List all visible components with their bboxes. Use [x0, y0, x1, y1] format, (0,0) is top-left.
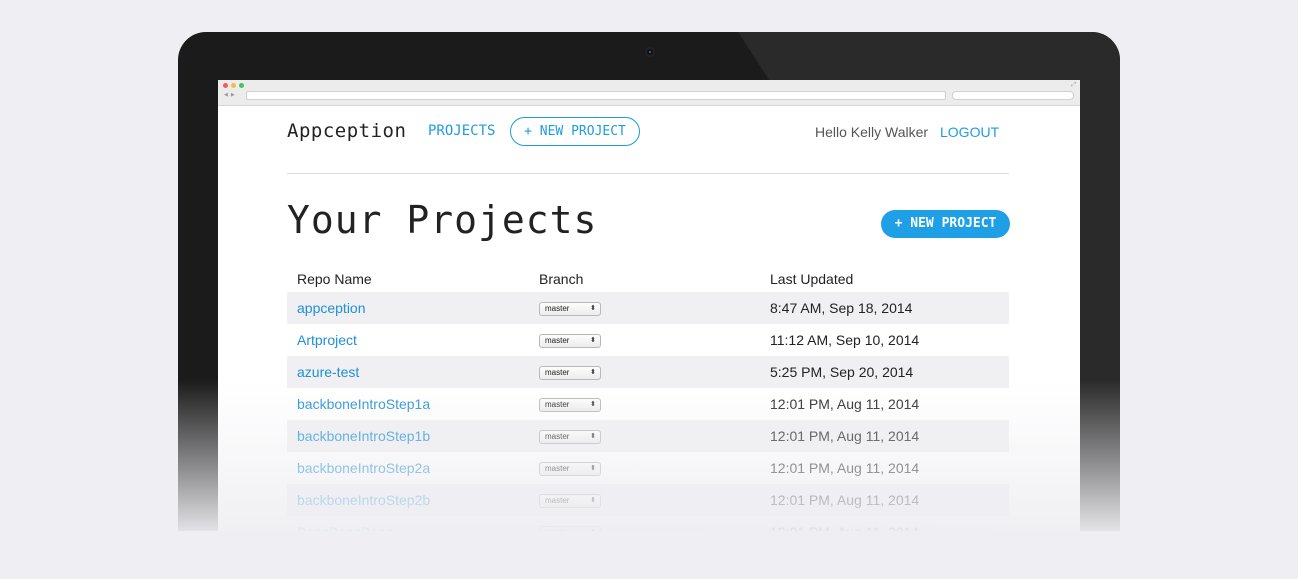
- table-header: Repo Name Branch Last Updated: [287, 266, 1009, 292]
- projects-table: Repo Name Branch Last Updated appception…: [287, 266, 1009, 548]
- new-project-button[interactable]: + NEW PROJECT: [881, 210, 1010, 238]
- branch-select-value: master: [545, 496, 570, 505]
- last-updated-text: 12:01 PM, Aug 11, 2014: [770, 460, 920, 476]
- header-divider: [287, 173, 1009, 174]
- laptop-mockup: ◀ ▶ ⤢ Appception PROJECTS + NEW PROJECT …: [0, 0, 1298, 579]
- updown-caret-icon: ⬍: [590, 433, 596, 440]
- floor-surface: [0, 531, 1298, 579]
- updown-caret-icon: ⬍: [590, 465, 596, 472]
- repo-name-link[interactable]: backboneIntroStep2b: [297, 492, 430, 508]
- updown-caret-icon: ⬍: [590, 369, 596, 376]
- user-greeting: Hello Kelly Walker: [815, 124, 929, 140]
- browser-toolbar: ◀ ▶ ⤢: [218, 80, 1080, 106]
- minimize-window-icon[interactable]: [231, 83, 236, 88]
- nav-projects-link[interactable]: PROJECTS: [428, 123, 495, 139]
- branch-select-value: master: [545, 432, 570, 441]
- page-title: Your Projects: [287, 198, 598, 242]
- branch-select-value: master: [545, 336, 570, 345]
- updown-caret-icon: ⬍: [590, 401, 596, 408]
- table-row: backboneIntroStep1b master ⬍ 12:01 PM, Aug …: [287, 420, 1009, 452]
- maximize-window-icon[interactable]: [239, 83, 244, 88]
- nav-new-project-button[interactable]: + NEW PROJECT: [510, 117, 640, 146]
- browser-search-input[interactable]: [952, 91, 1074, 100]
- branch-select-value: master: [545, 304, 570, 313]
- updown-caret-icon: ⬍: [590, 497, 596, 504]
- table-row: Artproject master ⬍ 11:12 AM, Sep 10, 2014: [287, 324, 1009, 356]
- table-row: backboneIntroStep1a master ⬍ 12:01 PM, Aug …: [287, 388, 1009, 420]
- updown-caret-icon: ⬍: [590, 337, 596, 344]
- close-window-icon[interactable]: [223, 83, 228, 88]
- fullscreen-icon[interactable]: ⤢: [1071, 82, 1076, 89]
- logout-link[interactable]: LOGOUT: [940, 124, 999, 140]
- last-updated-text: 5:25 PM, Sep 20, 2014: [770, 364, 914, 380]
- browser-nav-arrows: ◀ ▶: [224, 92, 235, 98]
- repo-name-link[interactable]: Artproject: [297, 332, 357, 348]
- updown-caret-icon: ⬍: [590, 305, 596, 312]
- column-header-branch: Branch: [539, 271, 584, 287]
- branch-select[interactable]: master ⬍: [539, 398, 601, 412]
- back-arrow-icon[interactable]: ◀: [224, 92, 228, 98]
- repo-name-link[interactable]: backboneIntroStep1b: [297, 428, 430, 444]
- branch-select[interactable]: master ⬍: [539, 302, 601, 316]
- branch-select-value: master: [545, 368, 570, 377]
- table-row: appception master ⬍ 8:47 AM, Sep 18, 2014: [287, 292, 1009, 324]
- table-row: azure-test master ⬍ 5:25 PM, Sep 20, 2014: [287, 356, 1009, 388]
- last-updated-text: 11:12 AM, Sep 10, 2014: [770, 332, 920, 348]
- branch-select[interactable]: master ⬍: [539, 366, 601, 380]
- repo-name-link[interactable]: azure-test: [297, 364, 359, 380]
- address-bar[interactable]: [246, 91, 946, 100]
- brand-logo[interactable]: Appception: [287, 120, 406, 142]
- column-header-updated: Last Updated: [770, 271, 854, 287]
- repo-name-link[interactable]: appception: [297, 300, 366, 316]
- last-updated-text: 12:01 PM, Aug 11, 2014: [770, 492, 920, 508]
- branch-select[interactable]: master ⬍: [539, 462, 601, 476]
- table-row: backboneIntroStep2a master ⬍ 12:01 PM, Aug …: [287, 452, 1009, 484]
- branch-select-value: master: [545, 464, 570, 473]
- column-header-repo: Repo Name: [297, 271, 372, 287]
- last-updated-text: 8:47 AM, Sep 18, 2014: [770, 300, 913, 316]
- last-updated-text: 12:01 PM, Aug 11, 2014: [770, 428, 920, 444]
- table-body: appception master ⬍ 8:47 AM, Sep 18, 2014 Ar…: [287, 292, 1009, 548]
- window-controls: [223, 83, 244, 88]
- last-updated-text: 12:01 PM, Aug 11, 2014: [770, 396, 920, 412]
- table-row: backboneIntroStep2b master ⬍ 12:01 PM, Aug …: [287, 484, 1009, 516]
- repo-name-link[interactable]: backboneIntroStep1a: [297, 396, 430, 412]
- branch-select[interactable]: master ⬍: [539, 494, 601, 508]
- webcam-icon: [645, 47, 655, 57]
- app-page: Appception PROJECTS + NEW PROJECT Hello …: [218, 106, 1080, 579]
- forward-arrow-icon[interactable]: ▶: [231, 92, 235, 98]
- repo-name-link[interactable]: backboneIntroStep2a: [297, 460, 430, 476]
- branch-select[interactable]: master ⬍: [539, 430, 601, 444]
- branch-select-value: master: [545, 400, 570, 409]
- branch-select[interactable]: master ⬍: [539, 334, 601, 348]
- browser-window: ◀ ▶ ⤢ Appception PROJECTS + NEW PROJECT …: [218, 80, 1080, 579]
